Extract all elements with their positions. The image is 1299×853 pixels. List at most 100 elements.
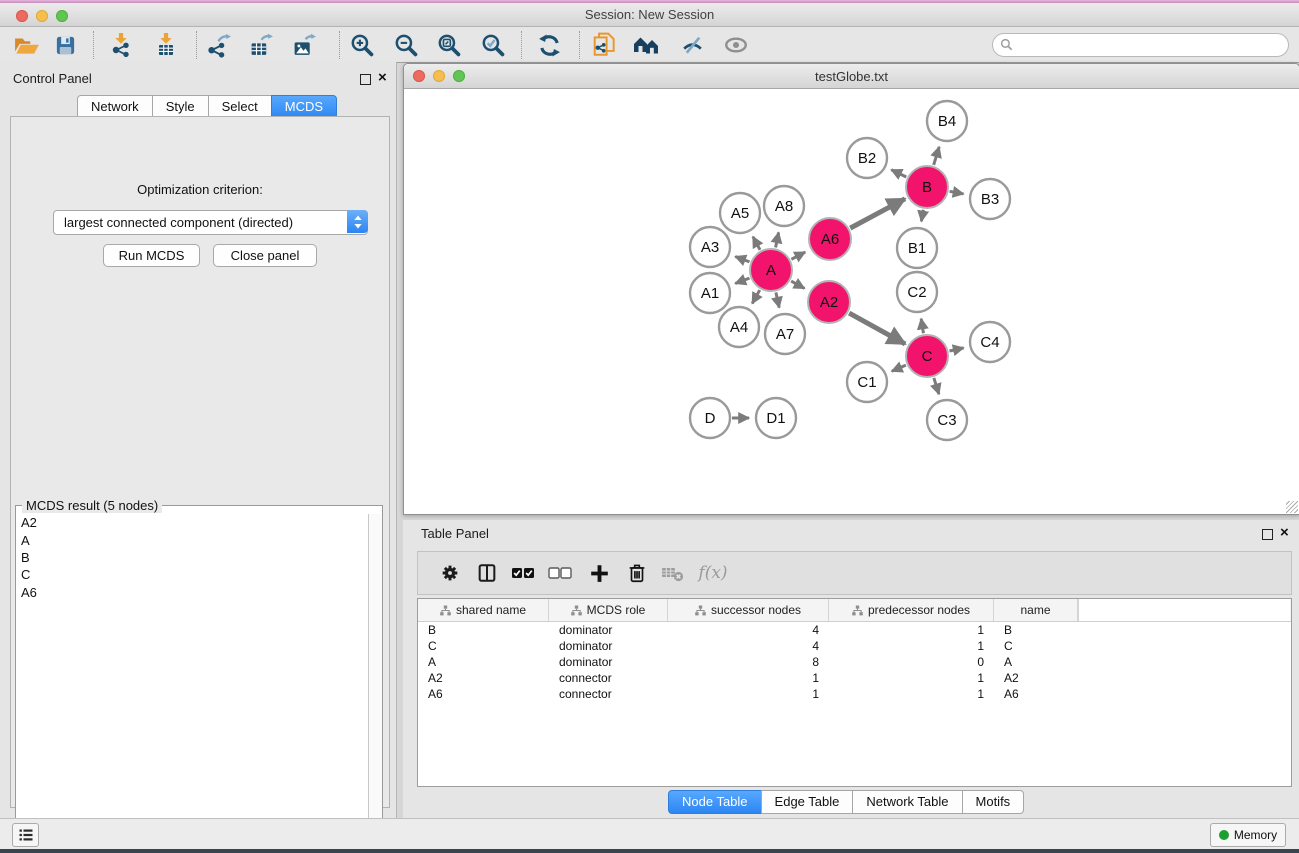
export-image-icon[interactable] (289, 30, 319, 60)
graph-edge-A-A1[interactable] (735, 278, 749, 283)
memory-button[interactable]: Memory (1210, 823, 1286, 847)
graph-node-C2[interactable]: C2 (897, 272, 937, 312)
graph-node-A1[interactable]: A1 (690, 273, 730, 313)
split-columns-icon[interactable] (473, 559, 501, 587)
close-panel-button[interactable]: Close panel (213, 244, 317, 267)
export-table-icon[interactable] (246, 30, 276, 60)
graph-node-C[interactable]: C (906, 335, 948, 377)
task-history-button[interactable] (12, 823, 39, 847)
graph-edge-C-C1[interactable] (892, 365, 906, 371)
graph-edge-B-B3[interactable] (950, 191, 964, 194)
delete-table-icon[interactable] (659, 559, 687, 587)
criterion-select[interactable]: largest connected component (directed) (53, 210, 368, 235)
close-panel-icon[interactable]: × (378, 73, 387, 83)
run-mcds-button[interactable]: Run MCDS (103, 244, 200, 267)
graph-node-A5[interactable]: A5 (720, 193, 760, 233)
graph-node-A4[interactable]: A4 (719, 307, 759, 347)
import-table-icon[interactable] (151, 30, 181, 60)
delete-column-icon[interactable] (623, 559, 651, 587)
graph-edge-A-A2[interactable] (791, 281, 804, 288)
graph-edge-A-A8[interactable] (776, 232, 779, 247)
hide-panel-icon[interactable] (677, 30, 707, 60)
graph-edge-A-A3[interactable] (735, 257, 749, 262)
float-panel-icon[interactable] (360, 74, 371, 85)
graph-edge-C-C4[interactable] (949, 348, 963, 351)
mcds-result-list[interactable]: A2ABCA6 (16, 514, 368, 850)
table-row[interactable]: Adominator80A (418, 654, 1291, 670)
graph-edge-A2-C[interactable] (849, 313, 905, 344)
close-table-panel-icon[interactable]: × (1280, 528, 1289, 538)
table-tab-network-table[interactable]: Network Table (852, 790, 962, 814)
column-header-name[interactable]: name (994, 599, 1078, 621)
function-builder-icon[interactable]: f(x) (695, 559, 731, 587)
graph-node-B4[interactable]: B4 (927, 101, 967, 141)
graph-node-A3[interactable]: A3 (690, 227, 730, 267)
table-row[interactable]: Bdominator41B (418, 622, 1291, 638)
graph-node-D[interactable]: D (690, 398, 730, 438)
graph-edge-A-A4[interactable] (752, 290, 760, 303)
graph-edge-A-A7[interactable] (776, 292, 779, 307)
mcds-result-scrollbar[interactable] (368, 514, 382, 850)
network-graph[interactable]: B4 B2 B B3 A8A5 A6 A3 B1 A A1 C2 A2 A4A7 C4 C C1 C3 D D1 (404, 89, 1297, 512)
table-tab-node-table[interactable]: Node Table (668, 790, 762, 814)
window-resize-grip[interactable] (1286, 501, 1298, 513)
graph-edge-C-C2[interactable] (921, 319, 923, 334)
graph-node-A7[interactable]: A7 (765, 314, 805, 354)
column-header-MCDS-role[interactable]: MCDS role (549, 599, 668, 621)
table-tab-edge-table[interactable]: Edge Table (761, 790, 854, 814)
open-session-icon[interactable] (12, 30, 42, 60)
table-settings-icon[interactable] (436, 559, 464, 587)
unselect-all-icon[interactable] (546, 559, 574, 587)
float-table-panel-icon[interactable] (1262, 529, 1273, 540)
zoom-out-icon[interactable] (391, 30, 421, 60)
graph-node-B2[interactable]: B2 (847, 138, 887, 178)
graph-node-D1[interactable]: D1 (756, 398, 796, 438)
home-view-icon[interactable] (632, 30, 662, 60)
network-window-titlebar[interactable]: testGlobe.txt (404, 64, 1299, 89)
graph-edge-C-C3[interactable] (934, 378, 939, 394)
graph-node-B[interactable]: B (906, 166, 948, 208)
node-table[interactable]: shared nameMCDS rolesuccessor nodesprede… (417, 598, 1292, 787)
export-network-icon[interactable] (204, 30, 234, 60)
zoom-in-icon[interactable] (347, 30, 377, 60)
graph-edge-B-B2[interactable] (891, 170, 906, 177)
graph-node-A6[interactable]: A6 (809, 218, 851, 260)
mcds-result-item[interactable]: A6 (16, 584, 368, 601)
table-row[interactable]: A6connector11A6 (418, 686, 1291, 702)
network-from-clipboard-icon[interactable] (590, 30, 620, 60)
network-canvas[interactable]: B4 B2 B B3 A8A5 A6 A3 B1 A A1 C2 A2 A4A7 C4 C C1 C3 D D1 (404, 89, 1297, 512)
graph-node-C3[interactable]: C3 (927, 400, 967, 440)
import-network-icon[interactable] (106, 30, 136, 60)
table-tab-motifs[interactable]: Motifs (962, 790, 1025, 814)
graph-node-C4[interactable]: C4 (970, 322, 1010, 362)
graph-edge-B-B1[interactable] (921, 210, 923, 222)
graph-node-A[interactable]: A (750, 249, 792, 291)
show-panel-icon[interactable] (721, 30, 751, 60)
graph-node-B3[interactable]: B3 (970, 179, 1010, 219)
mcds-result-item[interactable]: A2 (16, 514, 368, 531)
search-input[interactable] (1017, 35, 1281, 55)
table-row[interactable]: A2connector11A2 (418, 670, 1291, 686)
select-all-icon[interactable] (509, 559, 537, 587)
graph-edge-A-A6[interactable] (791, 252, 805, 259)
add-column-icon[interactable] (585, 559, 613, 587)
column-header-predecessor-nodes[interactable]: predecessor nodes (829, 599, 994, 621)
column-header-successor-nodes[interactable]: successor nodes (668, 599, 829, 621)
save-session-icon[interactable] (50, 30, 80, 60)
graph-node-A2[interactable]: A2 (808, 281, 850, 323)
graph-node-B1[interactable]: B1 (897, 228, 937, 268)
graph-node-A8[interactable]: A8 (764, 186, 804, 226)
zoom-fit-icon[interactable] (434, 30, 464, 60)
zoom-selected-icon[interactable] (478, 30, 508, 60)
table-row[interactable]: Cdominator41C (418, 638, 1291, 654)
graph-edge-A6-B[interactable] (850, 199, 905, 228)
graph-edge-B-B4[interactable] (934, 147, 939, 165)
main-titlebar[interactable]: Session: New Session (0, 3, 1299, 27)
search-field[interactable] (992, 33, 1289, 57)
refresh-icon[interactable] (534, 30, 564, 60)
graph-edge-A-A5[interactable] (753, 237, 760, 250)
column-header-shared-name[interactable]: shared name (418, 599, 549, 621)
mcds-result-item[interactable]: B (16, 549, 368, 566)
graph-node-C1[interactable]: C1 (847, 362, 887, 402)
mcds-result-item[interactable]: A (16, 531, 368, 548)
